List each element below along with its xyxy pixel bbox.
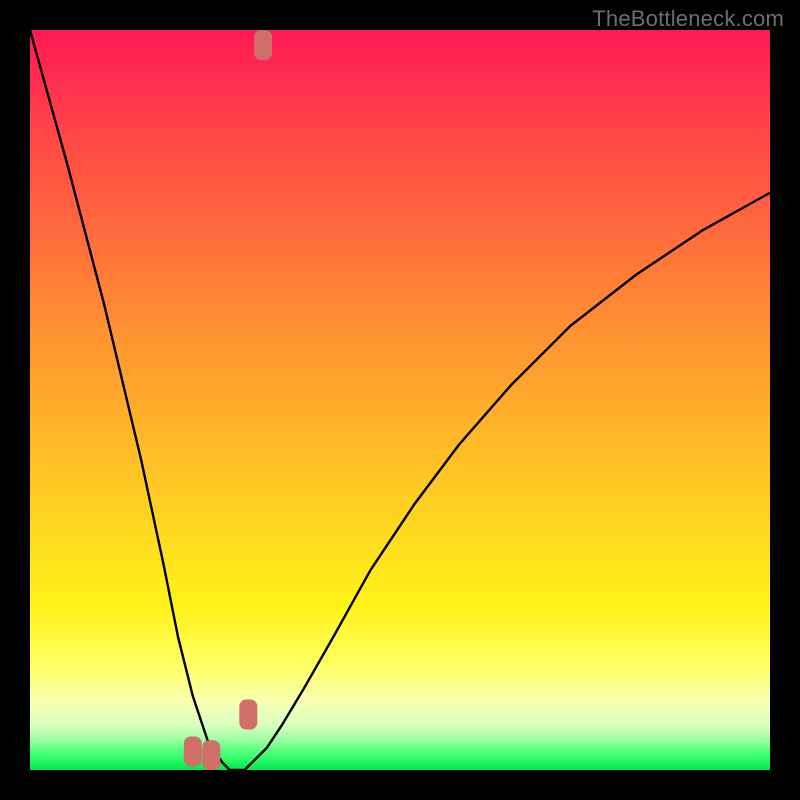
marker-right-lower [239, 700, 257, 730]
plot-area [30, 30, 770, 770]
watermark-text: TheBottleneck.com [592, 6, 784, 32]
marker-right-upper [254, 30, 272, 60]
bottleneck-curve [30, 30, 770, 770]
marker-left-upper [184, 737, 202, 767]
marker-group [184, 30, 272, 770]
chart-frame: TheBottleneck.com [0, 0, 800, 800]
curve-layer [30, 30, 770, 770]
marker-left-lower [202, 740, 220, 770]
